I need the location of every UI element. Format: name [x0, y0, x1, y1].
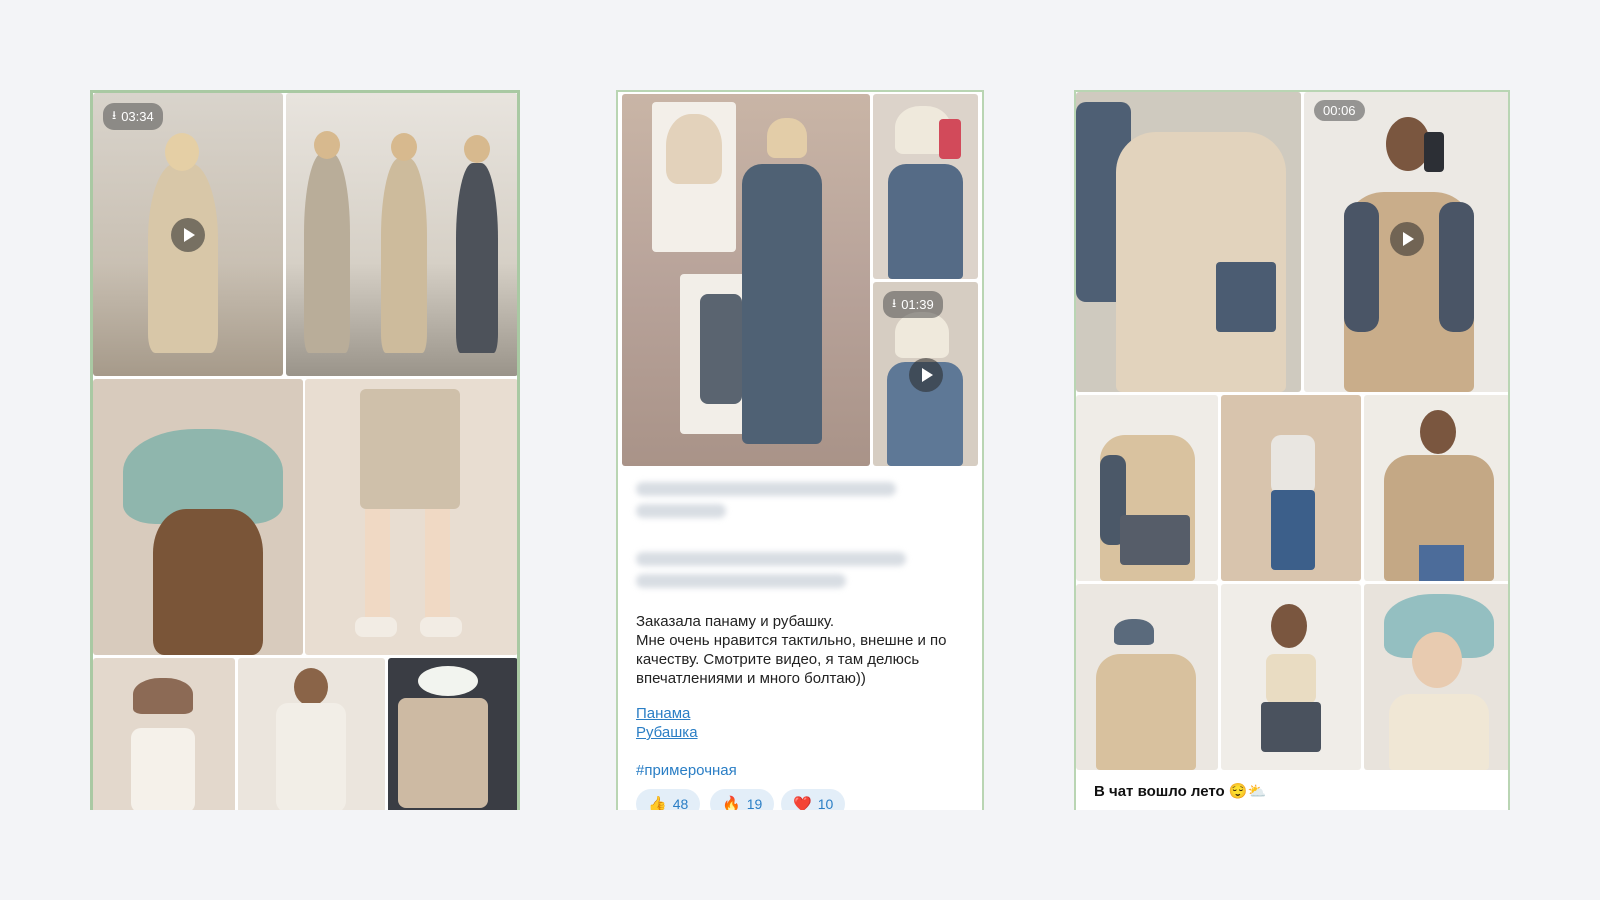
post-caption: В чат вошло лето 😌⛅: [1094, 783, 1267, 800]
play-icon[interactable]: [1390, 222, 1424, 256]
photo-collage-denim[interactable]: [622, 94, 870, 466]
hashtag-link[interactable]: #примерочная: [636, 762, 737, 779]
photo-teal-hat-selfie[interactable]: [1364, 584, 1508, 770]
video-duration: 01:39: [901, 297, 934, 312]
post-card-2: ⭳ 01:39 Заказала панаму и рубашку. Мне о…: [616, 90, 984, 810]
photo-outfit-4[interactable]: [1076, 584, 1218, 770]
photo-outfits-triptych[interactable]: [286, 93, 517, 376]
video-thumbnail-3[interactable]: 00:06: [1304, 92, 1508, 392]
photo-outfit-3[interactable]: [1364, 395, 1508, 581]
photo-brown-hat[interactable]: [93, 658, 235, 810]
download-arrow-icon[interactable]: ⭳: [112, 106, 116, 127]
fire-icon: 🔥: [722, 796, 741, 810]
download-arrow-icon[interactable]: ⭳: [892, 294, 896, 315]
photo-shirt-hanger[interactable]: [1076, 92, 1301, 392]
thumbs-up-icon: 👍: [648, 796, 667, 810]
video-thumbnail-2[interactable]: ⭳ 01:39: [873, 282, 978, 466]
video-thumbnail-1[interactable]: ⭳ 03:34: [93, 93, 283, 376]
reaction-count: 48: [672, 796, 689, 810]
video-duration-badge: 00:06: [1314, 100, 1365, 121]
play-icon[interactable]: [909, 358, 943, 392]
photo-denim-selfie[interactable]: [873, 94, 978, 279]
reaction-heart[interactable]: ❤️ 10: [781, 789, 846, 810]
link-shirt[interactable]: Рубашка: [636, 724, 698, 741]
photo-shirt-flatlay[interactable]: [388, 658, 517, 810]
play-icon[interactable]: [171, 218, 205, 252]
post-card-1: ⭳ 03:34: [90, 90, 520, 810]
heart-icon: ❤️: [793, 796, 812, 810]
video-duration-badge: ⭳ 01:39: [883, 291, 943, 318]
photo-teal-bucket-hat[interactable]: [93, 379, 303, 655]
video-duration-badge: ⭳ 03:34: [103, 103, 163, 130]
photo-white-shirt[interactable]: [238, 658, 385, 810]
video-duration: 03:34: [121, 109, 154, 124]
photo-beige-shorts[interactable]: [305, 379, 517, 655]
message-text: Заказала панаму и рубашку. Мне очень нра…: [636, 613, 947, 687]
reaction-count: 19: [746, 796, 763, 810]
photo-outfit-denim-skirt[interactable]: [1221, 395, 1361, 581]
post-card-3: 00:06 В чат вошло лето 😌⛅: [1074, 90, 1510, 810]
video-duration: 00:06: [1323, 103, 1356, 118]
photo-outfit-5[interactable]: [1221, 584, 1361, 770]
photo-outfit-2[interactable]: [1076, 395, 1218, 581]
reaction-thumbs-up[interactable]: 👍 48: [636, 789, 701, 810]
link-panama[interactable]: Панама: [636, 705, 690, 722]
reaction-count: 10: [817, 796, 834, 810]
reaction-fire[interactable]: 🔥 19: [710, 789, 775, 810]
